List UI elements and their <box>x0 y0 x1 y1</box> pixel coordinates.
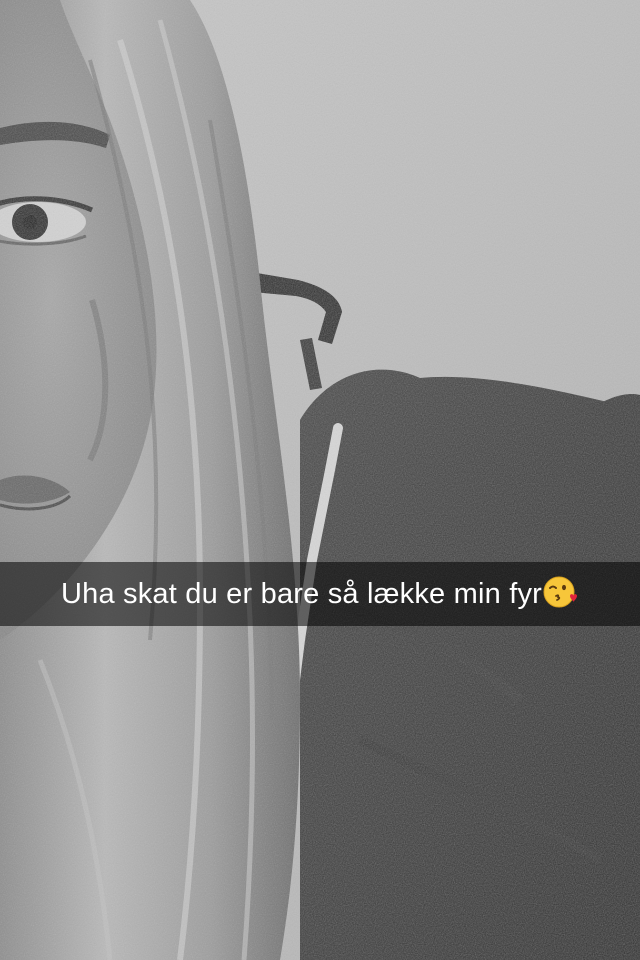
snap-photo <box>0 0 640 960</box>
snap-view[interactable]: Uha skat du er bare så lække min fyr <box>0 0 640 960</box>
caption-bar[interactable]: Uha skat du er bare så lække min fyr <box>0 562 640 626</box>
caption-text: Uha skat du er bare så lække min fyr <box>61 562 579 626</box>
caption-label: Uha skat du er bare så lække min fyr <box>60 578 543 610</box>
kiss-face-emoji-icon <box>543 576 578 608</box>
